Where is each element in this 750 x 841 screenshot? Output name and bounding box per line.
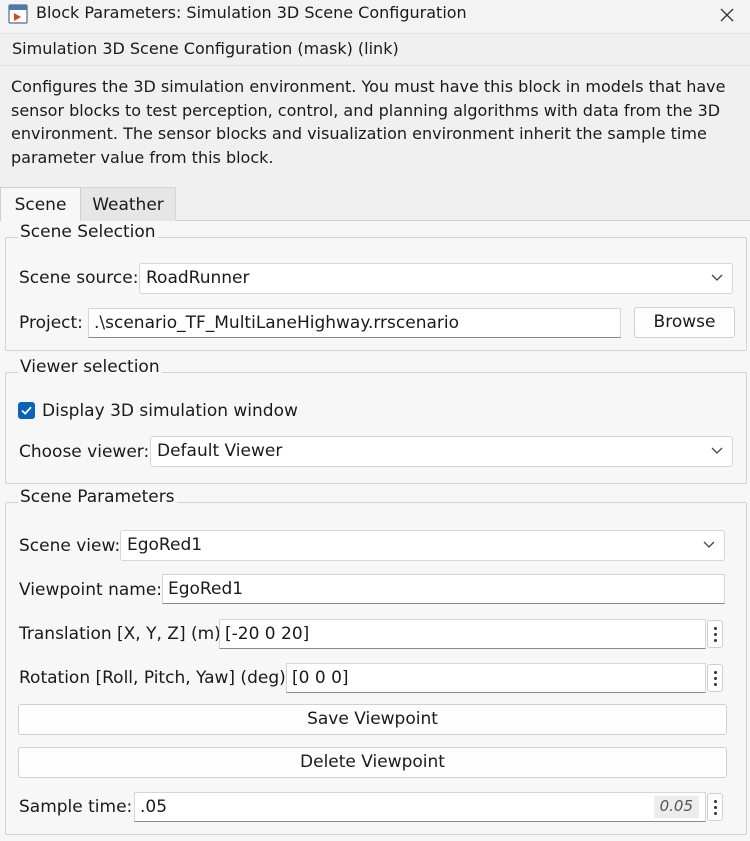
delete-viewpoint-button[interactable]: Delete Viewpoint (18, 747, 727, 778)
chevron-down-icon (703, 541, 715, 548)
choose-viewer-label: Choose viewer: (19, 442, 150, 462)
rotation-field[interactable]: [0 0 0] (286, 663, 706, 693)
rotation-more-icon[interactable] (707, 664, 723, 692)
rotation-label: Rotation [Roll, Pitch, Yaw] (deg): (19, 668, 292, 688)
display-3d-checkbox[interactable] (18, 402, 35, 419)
sample-time-field[interactable]: .05 0.05 (134, 792, 706, 822)
choose-viewer-value: Default Viewer (157, 441, 283, 461)
chevron-down-icon (711, 447, 723, 454)
sample-time-label: Sample time: (19, 797, 133, 817)
choose-viewer-select[interactable]: Default Viewer (150, 436, 733, 467)
scene-view-select[interactable]: EgoRed1 (120, 530, 725, 561)
close-icon (720, 8, 734, 22)
project-field[interactable]: .\scenario_TF_MultiLaneHighway.rrscenari… (88, 308, 621, 338)
sample-time-value: .05 (140, 797, 168, 817)
tab-bar: Scene Weather (0, 182, 750, 222)
save-viewpoint-button[interactable]: Save Viewpoint (18, 704, 727, 735)
description-text: Configures the 3D simulation environment… (11, 77, 726, 167)
viewer-selection-group: Viewer selection Display 3D simulation w… (5, 357, 747, 484)
mask-title: Simulation 3D Scene Configuration (mask)… (12, 39, 399, 58)
scene-source-value: RoadRunner (146, 268, 250, 288)
scene-parameters-title: Scene Parameters (18, 487, 177, 507)
scene-source-select[interactable]: RoadRunner (139, 263, 733, 294)
window-title: Block Parameters: Simulation 3D Scene Co… (36, 3, 467, 22)
browse-button[interactable]: Browse (634, 307, 735, 338)
description-panel: Configures the 3D simulation environment… (0, 65, 750, 177)
translation-field[interactable]: [-20 0 20] (219, 619, 706, 649)
scene-selection-group: Scene Selection Scene source: RoadRunner… (5, 222, 747, 351)
tab-scene[interactable]: Scene (0, 187, 81, 222)
viewer-selection-title: Viewer selection (18, 357, 162, 377)
translation-more-icon[interactable] (707, 620, 723, 648)
scene-view-label: Scene view: (19, 536, 121, 556)
viewpoint-name-label: Viewpoint name: (19, 580, 163, 600)
scene-source-label: Scene source: (19, 268, 139, 288)
mask-title-bar: Simulation 3D Scene Configuration (mask)… (0, 34, 750, 65)
scene-view-value: EgoRed1 (127, 535, 203, 555)
simulink-block-icon (8, 4, 28, 24)
scene-selection-title: Scene Selection (18, 222, 158, 242)
sample-time-evaluated-badge: 0.05 (653, 796, 699, 818)
viewpoint-name-field[interactable]: EgoRed1 (162, 574, 725, 604)
checkmark-icon (21, 406, 32, 415)
sample-time-more-icon[interactable] (707, 793, 723, 821)
translation-label: Translation [X, Y, Z] (m): (19, 624, 227, 644)
scene-tab-content: Scene Selection Scene source: RoadRunner… (0, 221, 750, 841)
window-titlebar: Block Parameters: Simulation 3D Scene Co… (0, 0, 750, 34)
project-label: Project: (19, 313, 83, 333)
chevron-down-icon (711, 274, 723, 281)
display-3d-label: Display 3D simulation window (42, 401, 298, 421)
tab-weather[interactable]: Weather (81, 187, 176, 221)
scene-parameters-group: Scene Parameters Scene view: EgoRed1 Vie… (5, 487, 747, 835)
close-button[interactable] (704, 0, 750, 30)
